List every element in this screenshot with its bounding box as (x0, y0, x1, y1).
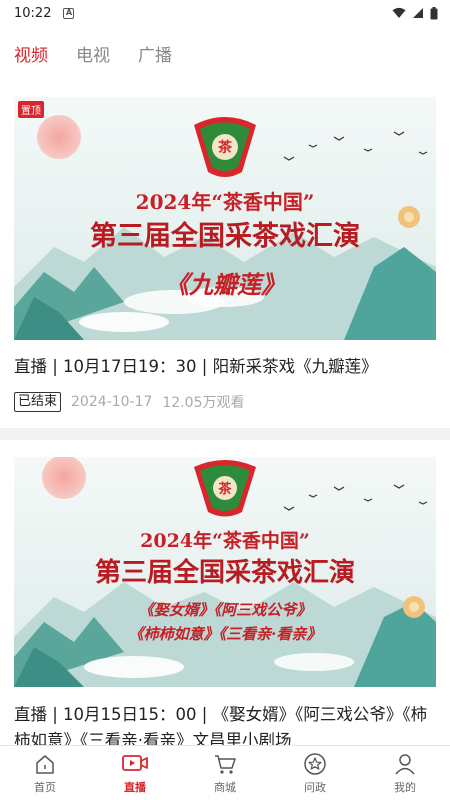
live-icon (122, 751, 148, 777)
poster-main-line: 第三届全国采茶戏汇演 (95, 557, 355, 588)
nav-profile[interactable]: 我的 (360, 746, 450, 800)
nav-live[interactable]: 直播 (90, 746, 180, 800)
video-thumbnail[interactable]: 茶 2024年“茶香中国” 第三届全国采茶戏汇演 《娶女婿》《阿三戏公爷》 《柿… (14, 457, 436, 687)
nav-mall[interactable]: 商城 (180, 746, 270, 800)
star-icon (302, 751, 328, 777)
video-meta: 已结束 2024-10-17 12.05万观看 (14, 392, 244, 412)
wifi-icon (392, 7, 406, 18)
view-count: 12.05万观看 (162, 395, 245, 411)
video-thumbnail[interactable]: 置顶 茶 2024年“茶香中国” 第三届全国采茶戏汇演 《九瓣莲》 (14, 97, 436, 340)
video-title[interactable]: 直播 | 10月17日19：30 | 阳新采茶戏《九瓣莲》 (14, 354, 440, 380)
nav-home[interactable]: 首页 (0, 746, 90, 800)
home-icon (32, 751, 58, 777)
nav-label: 直播 (124, 781, 146, 794)
svg-text:茶: 茶 (218, 481, 232, 497)
nav-label: 我的 (394, 781, 416, 794)
nav-inquiry[interactable]: 问政 (270, 746, 360, 800)
video-feed[interactable]: 置顶 茶 2024年“茶香中国” 第三届全国采茶戏汇演 《九瓣莲》 直播 | 1… (0, 80, 450, 745)
video-card[interactable]: 置顶 茶 2024年“茶香中国” 第三届全国采茶戏汇演 《九瓣莲》 直播 | 1… (0, 80, 450, 428)
nav-label: 首页 (34, 781, 56, 794)
cart-icon (212, 751, 238, 777)
video-card[interactable]: 茶 2024年“茶香中国” 第三届全国采茶戏汇演 《娶女婿》《阿三戏公爷》 《柿… (0, 440, 450, 745)
tab-radio[interactable]: 广播 (138, 41, 172, 66)
bottom-nav: 首页 直播 商城 问政 我的 (0, 745, 450, 800)
status-badge: 已结束 (14, 392, 62, 412)
video-title[interactable]: 直播 | 10月15日15：00 | 《娶女婿》《阿三戏公爷》《柿柿如意》《三看… (14, 702, 440, 745)
profile-icon (392, 751, 418, 777)
poster-year-line: 2024年“茶香中国” (140, 529, 310, 552)
signal-icon (413, 8, 423, 18)
svg-text:茶: 茶 (217, 139, 233, 156)
top-tab-bar: 视频 电视 广播 (0, 30, 450, 76)
tab-video[interactable]: 视频 (14, 41, 48, 66)
poster-play-line: 《柿柿如意》《三看亲·看亲》 (129, 625, 322, 643)
clock: 10:22 (14, 5, 52, 21)
poster-main-line: 第三届全国采茶戏汇演 (90, 220, 360, 252)
poster-play-line: 《娶女婿》《阿三戏公爷》 (139, 601, 312, 619)
video-date: 2024-10-17 (71, 394, 153, 410)
poster-year-line: 2024年“茶香中国” (136, 190, 315, 214)
pinned-badge: 置顶 (18, 101, 44, 118)
nav-label: 商城 (214, 781, 236, 794)
nav-label: 问政 (304, 781, 326, 794)
tab-tv[interactable]: 电视 (76, 41, 110, 66)
notification-icon: A (63, 7, 75, 19)
poster-play-line: 《九瓣莲》 (165, 270, 285, 299)
battery-icon (430, 6, 438, 19)
status-bar: 10:22 A (0, 0, 450, 26)
